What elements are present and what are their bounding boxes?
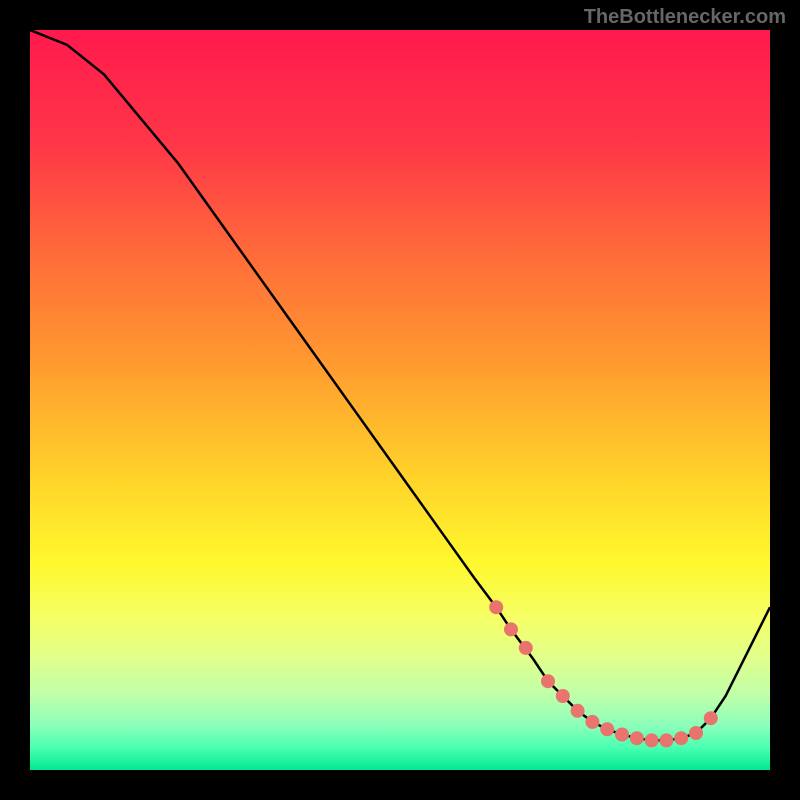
marker-dot	[541, 674, 555, 688]
marker-dot	[556, 689, 570, 703]
marker-dot	[659, 733, 673, 747]
highlight-markers	[489, 600, 718, 747]
curve-layer	[30, 30, 770, 770]
marker-dot	[645, 733, 659, 747]
chart-area	[30, 30, 770, 770]
marker-dot	[504, 622, 518, 636]
marker-dot	[615, 728, 629, 742]
marker-dot	[704, 711, 718, 725]
marker-dot	[585, 715, 599, 729]
bottleneck-curve	[30, 30, 770, 740]
marker-dot	[600, 722, 614, 736]
marker-dot	[674, 731, 688, 745]
marker-dot	[689, 726, 703, 740]
marker-dot	[519, 641, 533, 655]
marker-dot	[630, 731, 644, 745]
watermark-text: TheBottlenecker.com	[584, 6, 786, 29]
marker-dot	[489, 600, 503, 614]
marker-dot	[571, 704, 585, 718]
